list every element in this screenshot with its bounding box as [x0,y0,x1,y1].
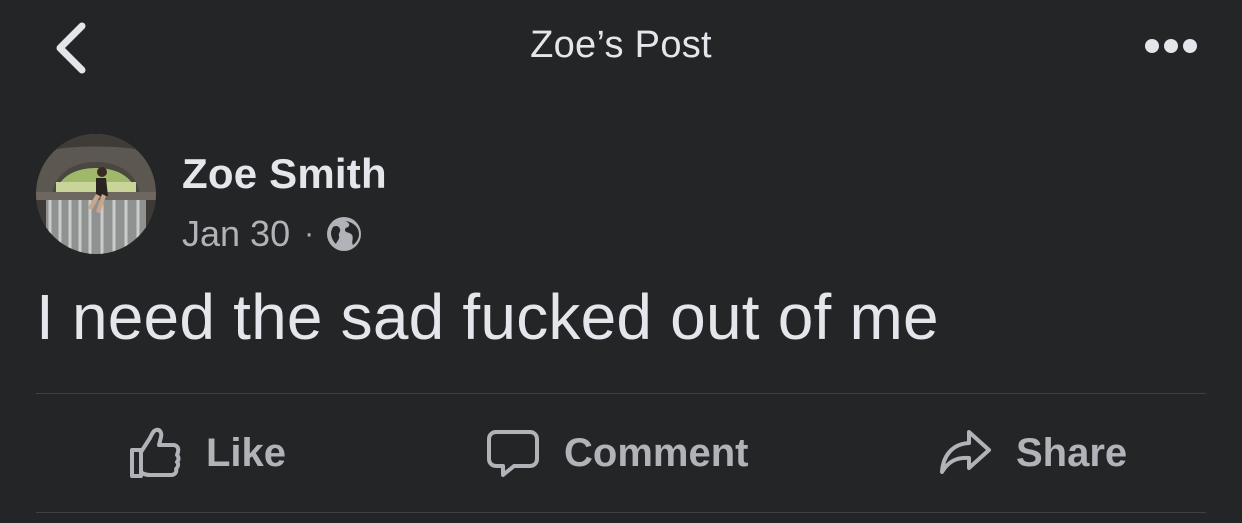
comment-button[interactable]: Comment [486,394,748,512]
more-options-button[interactable] [1144,36,1198,56]
comment-label: Comment [564,430,749,475]
meta-separator: · [304,217,315,250]
action-bar: Like Comment Share [36,394,1206,512]
page-title: Zoe’s Post [530,24,712,66]
globe-icon[interactable] [326,216,362,252]
post-text: I need the sad fucked out of me [36,281,939,353]
share-label: Share [1016,430,1128,475]
share-arrow-icon [940,430,991,474]
share-button[interactable]: Share [938,394,1127,512]
post-screen: Zoe’s Post Zoe Smith Jan 30 · I need the… [0,0,1242,523]
post-date[interactable]: Jan 30 [182,213,290,255]
author-name[interactable]: Zoe Smith [182,150,387,198]
thumbs-up-icon [130,427,181,478]
profile-photo [36,134,156,254]
avatar[interactable] [36,134,156,254]
post-meta: Jan 30 · [182,212,362,256]
like-label: Like [206,430,287,475]
divider-bottom [36,512,1206,513]
like-button[interactable]: Like [128,394,286,512]
more-horizontal-icon [1145,39,1197,53]
comment-bubble-icon [487,430,539,477]
